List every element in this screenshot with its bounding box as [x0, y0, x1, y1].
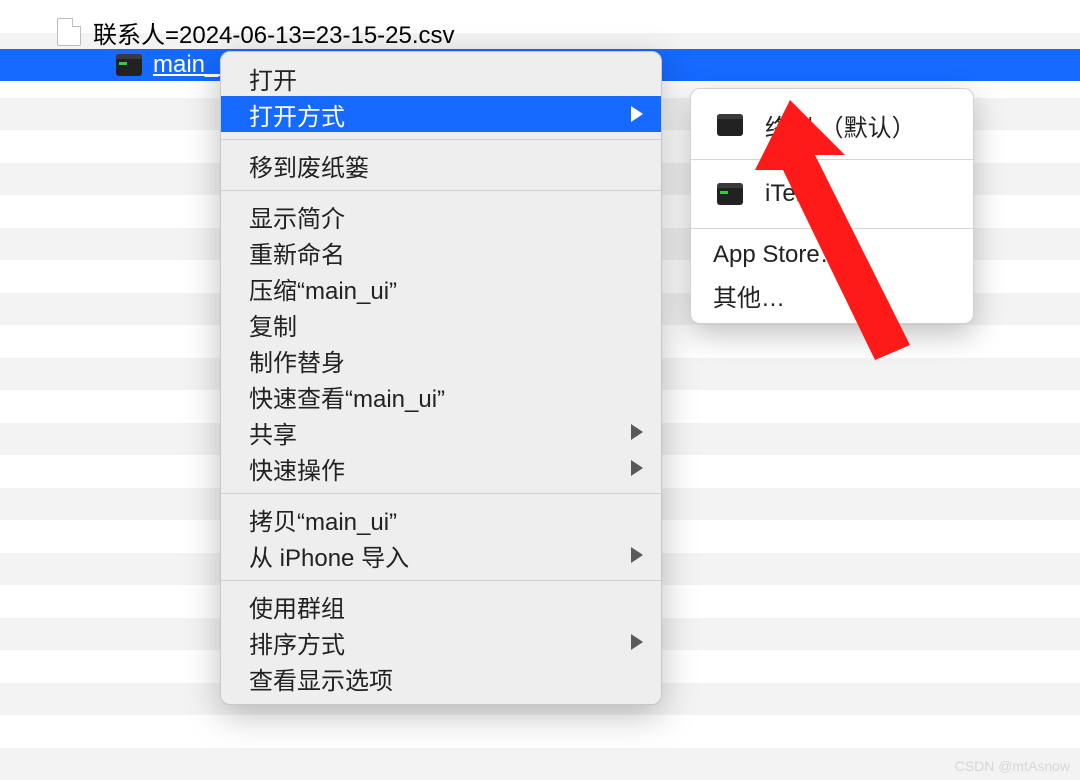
menu-share[interactable]: 共享 [221, 414, 661, 450]
menu-label: 打开 [249, 61, 297, 96]
open-with-submenu: 终端 （默认） iTerm App Store… 其他… [690, 88, 974, 324]
chevron-right-icon [631, 547, 643, 563]
watermark: CSDN @mtAsnow [955, 758, 1070, 774]
iterm-app-icon [713, 180, 747, 208]
file-row-csv[interactable]: 联系人=2024-06-13=23-15-25.csv [0, 16, 1080, 49]
submenu-app-store[interactable]: App Store… [691, 235, 973, 275]
submenu-label: App Store… [713, 241, 844, 269]
terminal-app-icon [713, 111, 747, 139]
menu-label: 复制 [249, 307, 297, 342]
context-menu: 打开 打开方式 移到废纸篓 显示简介 重新命名 压缩“main_ui” 复制 制… [220, 51, 662, 705]
menu-separator [691, 228, 973, 229]
menu-separator [221, 493, 661, 494]
menu-quick-look[interactable]: 快速查看“main_ui” [221, 378, 661, 414]
chevron-right-icon [631, 460, 643, 476]
submenu-iterm[interactable]: iTerm [691, 166, 973, 222]
submenu-terminal[interactable]: 终端 （默认） [691, 97, 973, 153]
menu-label: 快速查看“main_ui” [249, 379, 445, 414]
menu-separator [221, 190, 661, 191]
chevron-right-icon [631, 424, 643, 440]
menu-view-options[interactable]: 查看显示选项 [221, 660, 661, 696]
menu-label: 从 iPhone 导入 [249, 538, 409, 573]
menu-sort-by[interactable]: 排序方式 [221, 624, 661, 660]
menu-label: 使用群组 [249, 589, 345, 624]
menu-label: 快速操作 [249, 451, 345, 486]
menu-separator [691, 159, 973, 160]
terminal-file-icon [115, 51, 143, 79]
menu-trash[interactable]: 移到废纸篓 [221, 147, 661, 183]
chevron-right-icon [631, 106, 643, 122]
menu-separator [221, 139, 661, 140]
menu-quick-actions[interactable]: 快速操作 [221, 450, 661, 486]
menu-copy[interactable]: 拷贝“main_ui” [221, 501, 661, 537]
menu-label: 压缩“main_ui” [249, 271, 397, 306]
menu-label: 显示简介 [249, 199, 345, 234]
menu-label: 重新命名 [249, 235, 345, 270]
menu-label: 拷贝“main_ui” [249, 502, 397, 537]
submenu-label: iTerm [765, 180, 824, 208]
menu-compress[interactable]: 压缩“main_ui” [221, 270, 661, 306]
document-icon [55, 18, 83, 46]
menu-label: 制作替身 [249, 343, 345, 378]
menu-open-with[interactable]: 打开方式 [221, 96, 661, 132]
menu-label: 共享 [249, 415, 297, 450]
submenu-label: 终端 （默认） [765, 108, 916, 143]
submenu-other[interactable]: 其他… [691, 275, 973, 315]
menu-separator [221, 580, 661, 581]
menu-rename[interactable]: 重新命名 [221, 234, 661, 270]
menu-label: 移到废纸篓 [249, 148, 369, 183]
menu-duplicate[interactable]: 复制 [221, 306, 661, 342]
menu-label: 排序方式 [249, 625, 345, 660]
menu-label: 查看显示选项 [249, 661, 393, 696]
menu-open[interactable]: 打开 [221, 60, 661, 96]
menu-import-iphone[interactable]: 从 iPhone 导入 [221, 537, 661, 573]
menu-use-groups[interactable]: 使用群组 [221, 588, 661, 624]
menu-label: 打开方式 [249, 97, 345, 132]
menu-get-info[interactable]: 显示简介 [221, 198, 661, 234]
chevron-right-icon [631, 634, 643, 650]
file-name: 联系人=2024-06-13=23-15-25.csv [93, 15, 455, 50]
menu-alias[interactable]: 制作替身 [221, 342, 661, 378]
submenu-label: 其他… [713, 278, 785, 313]
